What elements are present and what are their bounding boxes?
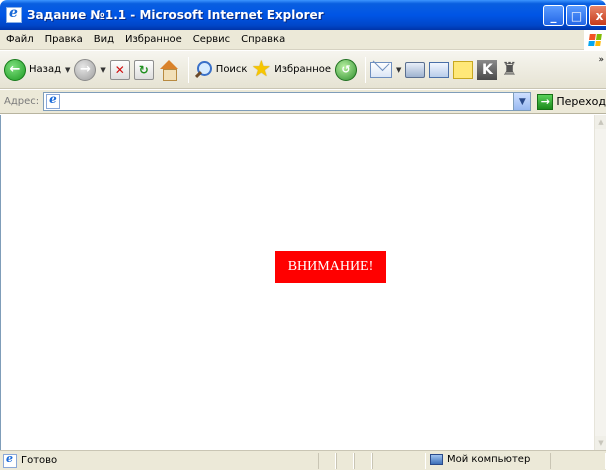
close-button[interactable]: x bbox=[589, 5, 606, 26]
menu-help[interactable]: Справка bbox=[241, 34, 285, 45]
search-label: Поиск bbox=[215, 64, 248, 75]
print-button[interactable] bbox=[405, 55, 426, 85]
go-arrow-icon: → bbox=[537, 93, 554, 110]
menu-file[interactable]: Файл bbox=[6, 34, 34, 45]
research-icon: ♜ bbox=[501, 58, 518, 80]
vertical-scrollbar[interactable]: ▲ ▼ bbox=[594, 115, 606, 450]
refresh-icon: ↻ bbox=[133, 59, 154, 80]
media-button[interactable]: ↺ bbox=[335, 55, 358, 85]
forward-dropdown-icon[interactable]: ▼ bbox=[100, 66, 105, 74]
stop-icon: ✕ bbox=[109, 59, 130, 80]
discuss-button[interactable] bbox=[453, 55, 474, 85]
page-icon bbox=[46, 92, 61, 109]
computer-icon bbox=[430, 454, 443, 465]
windows-logo-icon bbox=[584, 30, 606, 50]
menu-tools[interactable]: Сервис bbox=[193, 34, 230, 45]
ie-page-icon bbox=[6, 5, 22, 23]
home-button[interactable] bbox=[158, 55, 180, 85]
toolbar: ← Назад ▼ → ▼ ✕ ↻ Поиск ★ Избранное ↺ ▼ … bbox=[0, 51, 606, 89]
menu-favorites[interactable]: Избранное bbox=[125, 34, 182, 45]
menu-edit[interactable]: Правка bbox=[45, 34, 83, 45]
edit-button[interactable] bbox=[429, 55, 450, 85]
address-input[interactable]: ▼ bbox=[43, 92, 532, 111]
stop-button[interactable]: ✕ bbox=[109, 55, 130, 85]
toolbar-chevron-icon[interactable]: » bbox=[598, 55, 604, 65]
attention-banner: ВНИМАНИЕ! bbox=[275, 251, 386, 283]
status-pane bbox=[354, 453, 372, 469]
forward-arrow-icon: → bbox=[74, 58, 97, 81]
status-text: Готово bbox=[21, 455, 58, 466]
page-content: ВНИМАНИЕ! bbox=[0, 115, 594, 450]
edit-icon bbox=[429, 61, 450, 78]
mail-button[interactable]: ▼ bbox=[370, 55, 401, 85]
research-button[interactable]: ♜ bbox=[501, 55, 519, 85]
status-pane bbox=[550, 453, 606, 469]
menu-bar: Файл Правка Вид Избранное Сервис Справка bbox=[0, 30, 606, 50]
security-zone: Мой компьютер bbox=[430, 454, 530, 465]
k-button[interactable]: K bbox=[477, 55, 498, 85]
status-pane bbox=[372, 453, 426, 469]
back-dropdown-icon[interactable]: ▼ bbox=[65, 66, 70, 74]
address-label: Адрес: bbox=[4, 96, 40, 107]
go-label: Переход bbox=[556, 95, 606, 108]
window-title: Задание №1.1 - Microsoft Internet Explor… bbox=[27, 8, 324, 22]
forward-button[interactable]: → ▼ bbox=[74, 55, 106, 85]
favorites-button[interactable]: ★ Избранное bbox=[251, 55, 331, 85]
status-pane bbox=[336, 453, 354, 469]
go-button[interactable]: → Переход bbox=[537, 93, 606, 110]
title-bar[interactable]: Задание №1.1 - Microsoft Internet Explor… bbox=[0, 0, 606, 30]
scroll-down-icon[interactable]: ▼ bbox=[595, 436, 606, 450]
toolbar-separator bbox=[365, 56, 367, 83]
home-icon bbox=[158, 59, 180, 81]
zone-text: Мой компьютер bbox=[447, 454, 531, 465]
back-arrow-icon: ← bbox=[4, 58, 26, 81]
maximize-button[interactable]: □ bbox=[566, 5, 587, 26]
back-button[interactable]: ← Назад ▼ bbox=[4, 55, 70, 85]
k-icon: K bbox=[477, 59, 498, 80]
scroll-up-icon[interactable]: ▲ bbox=[595, 115, 606, 129]
favorites-label: Избранное bbox=[274, 64, 332, 75]
note-icon bbox=[453, 60, 474, 79]
favorites-star-icon: ★ bbox=[251, 56, 272, 82]
mail-dropdown-icon[interactable]: ▼ bbox=[396, 66, 401, 74]
refresh-button[interactable]: ↻ bbox=[133, 55, 154, 85]
back-label: Назад bbox=[29, 64, 62, 75]
media-icon: ↺ bbox=[335, 58, 358, 81]
status-bar: Готово Мой компьютер bbox=[0, 450, 606, 470]
minimize-button[interactable]: _ bbox=[543, 5, 564, 26]
toolbar-separator bbox=[187, 56, 189, 83]
search-button[interactable]: Поиск bbox=[193, 55, 248, 85]
printer-icon bbox=[405, 61, 426, 78]
status-page-icon bbox=[3, 452, 17, 468]
window-controls: _ □ x bbox=[543, 5, 606, 26]
mail-icon bbox=[370, 61, 393, 78]
status-pane bbox=[318, 453, 336, 469]
search-icon bbox=[193, 60, 213, 80]
address-bar: Адрес: ▼ → Переход bbox=[0, 90, 606, 114]
address-dropdown-icon[interactable]: ▼ bbox=[513, 93, 531, 110]
menu-view[interactable]: Вид bbox=[94, 34, 114, 45]
